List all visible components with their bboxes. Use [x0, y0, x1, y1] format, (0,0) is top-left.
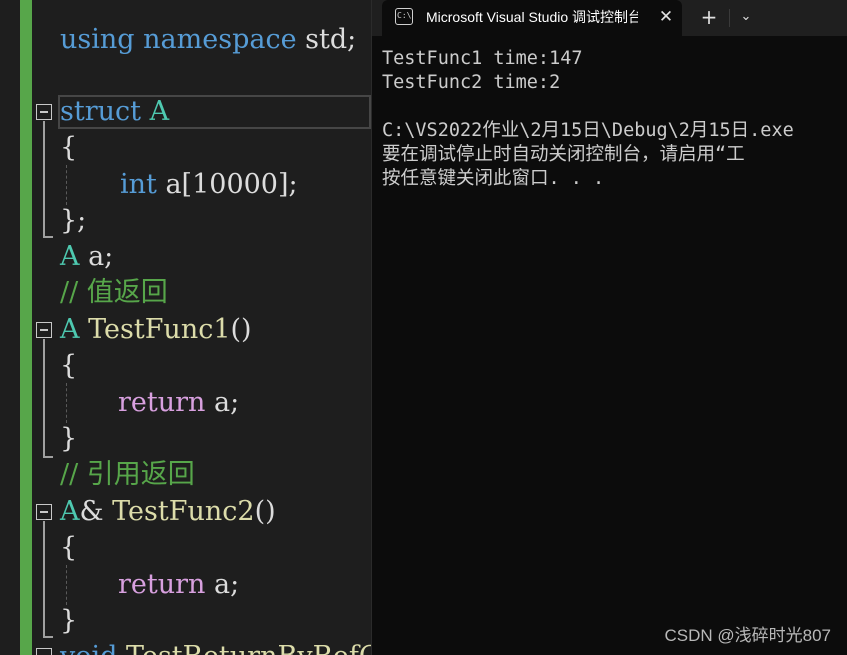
console-line: TestFunc1 time:147: [382, 48, 583, 69]
change-tracking-bar: [20, 0, 32, 655]
code-text: a[10000];: [156, 169, 298, 200]
code-line-return[interactable]: return a;: [118, 568, 239, 602]
console-line: 要在调试停止时自动关闭控制台，请启用“工: [382, 144, 745, 165]
code-line-brace[interactable]: };: [60, 204, 86, 238]
console-line: TestFunc2 time:2: [382, 72, 561, 93]
code-line-brace[interactable]: {: [60, 131, 77, 165]
fold-end-struct: [43, 236, 53, 238]
code-line-brace[interactable]: }: [60, 604, 77, 638]
watermark: CSDN @浅碎时光807: [664, 626, 831, 645]
code-line-decl[interactable]: A a;: [60, 240, 113, 274]
comment-token: // 引用返回: [60, 459, 195, 490]
code-text: (): [230, 314, 252, 345]
code-text: a;: [205, 569, 240, 600]
keyword-token: using: [60, 24, 135, 55]
close-icon[interactable]: ✕: [654, 6, 678, 30]
code-line-comment[interactable]: // 引用返回: [60, 458, 195, 492]
code-text: }: [60, 423, 78, 454]
code-line-member[interactable]: int a[10000];: [120, 168, 298, 202]
fold-guide-struct: [43, 121, 45, 238]
keyword-token: return: [118, 387, 206, 418]
keyword-token: return: [118, 569, 206, 600]
code-line-partial[interactable]: void TestReturnByRefO: [60, 640, 371, 655]
type-token: A: [60, 241, 80, 272]
collapse-func1-icon[interactable]: [36, 322, 52, 338]
code-text: {: [60, 350, 78, 381]
terminal-tab-bar: C:\ Microsoft Visual Studio 调试控制台 ✕ + ⌄: [372, 0, 847, 36]
fold-end-func1: [43, 456, 53, 458]
collapse-struct-icon[interactable]: [36, 104, 52, 120]
console-app-icon: C:\: [395, 8, 413, 25]
fold-guide-func1: [43, 339, 45, 458]
editor-margin: [0, 0, 20, 655]
type-token: A: [60, 314, 80, 345]
code-line-func2[interactable]: A& TestFunc2(): [60, 495, 276, 529]
code-line-using[interactable]: using namespace std;: [60, 23, 356, 57]
comment-token: // 值返回: [60, 277, 168, 308]
new-tab-button[interactable]: +: [697, 6, 721, 30]
code-text: &: [79, 496, 104, 527]
code-text: {: [60, 532, 78, 563]
code-text: a;: [79, 241, 114, 272]
type-token: A: [60, 496, 80, 527]
console-output[interactable]: TestFunc1 time:147 TestFunc2 time:2 C:\V…: [382, 47, 847, 191]
keyword-token: void: [60, 641, 117, 655]
code-line-brace[interactable]: {: [60, 349, 77, 383]
code-text: (): [254, 496, 276, 527]
tab-title: Microsoft Visual Studio 调试控制台: [426, 9, 638, 25]
chevron-down-icon[interactable]: ⌄: [734, 6, 758, 30]
code-line-return[interactable]: return a;: [118, 386, 239, 420]
collapse-func2-icon[interactable]: [36, 504, 52, 520]
keyword-token: struct: [60, 96, 141, 127]
type-token: A: [149, 96, 170, 127]
function-token: TestFunc1: [88, 314, 231, 345]
code-text: {: [60, 132, 78, 163]
debug-console-window[interactable]: C:\ Microsoft Visual Studio 调试控制台 ✕ + ⌄ …: [371, 0, 847, 655]
function-token: TestReturnByRefO: [126, 641, 371, 655]
indent-guide: [66, 383, 67, 423]
code-line-func1[interactable]: A TestFunc1(): [60, 313, 252, 347]
code-line-brace[interactable]: {: [60, 531, 77, 565]
tab-separator: [729, 9, 730, 27]
keyword-token: int: [120, 169, 157, 200]
code-editor[interactable]: using namespace std; struct A { int a[10…: [0, 0, 371, 655]
fold-guide-func2: [43, 521, 45, 638]
code-line-struct[interactable]: struct A: [60, 95, 169, 129]
console-line: C:\VS2022作业\2月15日\Debug\2月15日.exe: [382, 120, 794, 141]
keyword-token: namespace: [143, 24, 297, 55]
console-tab[interactable]: C:\ Microsoft Visual Studio 调试控制台 ✕: [382, 0, 682, 36]
code-text: };: [60, 205, 87, 236]
code-text: }: [60, 605, 78, 636]
indent-guide: [66, 165, 67, 205]
console-line: 按任意键关闭此窗口. . .: [382, 168, 605, 189]
function-token: TestFunc2: [112, 496, 255, 527]
code-line-comment[interactable]: // 值返回: [60, 276, 168, 310]
code-line-brace[interactable]: }: [60, 422, 77, 456]
code-text: a;: [205, 387, 240, 418]
indent-guide: [66, 565, 67, 605]
collapse-func3-icon[interactable]: [36, 648, 52, 655]
fold-end-func2: [43, 636, 53, 638]
code-text: std;: [296, 24, 357, 55]
